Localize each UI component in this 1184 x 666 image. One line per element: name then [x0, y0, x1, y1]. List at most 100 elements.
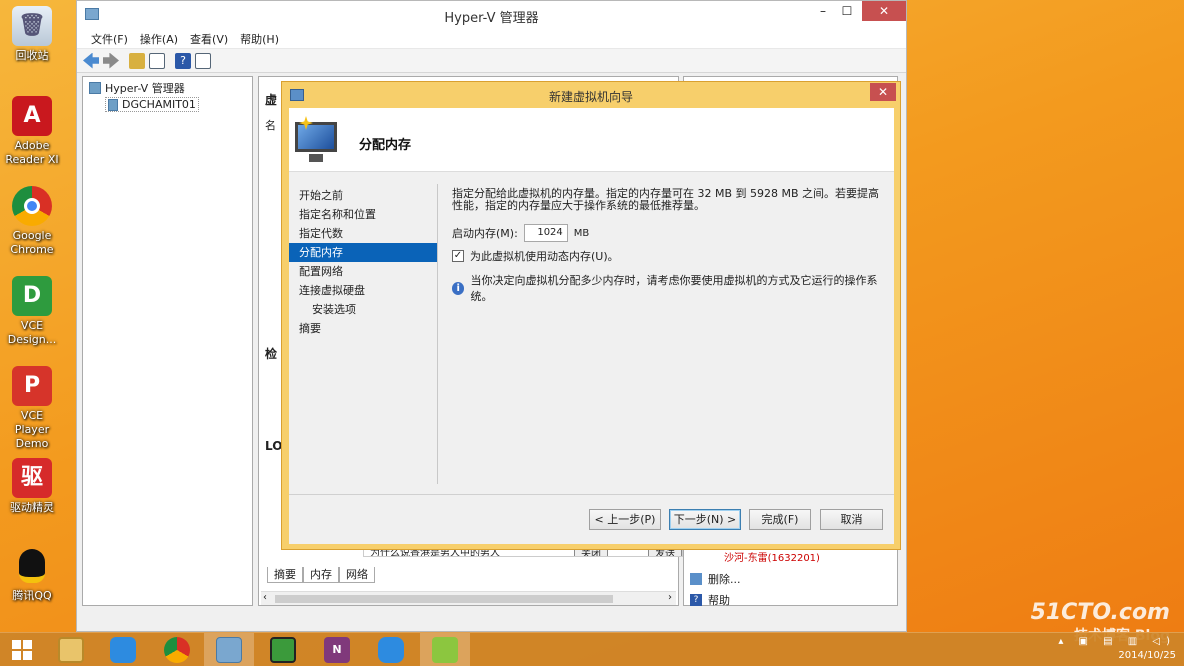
folder-icon	[58, 637, 84, 663]
taskbar-hyperv-manager[interactable]	[204, 633, 254, 666]
wizard-page-heading: 分配内存	[359, 138, 412, 153]
next-button[interactable]: 下一步(N) >	[669, 509, 741, 530]
delete-icon	[690, 573, 702, 585]
action-help[interactable]: ? 帮助	[690, 592, 730, 608]
wizard-header: 分配内存	[289, 108, 894, 172]
step-name-and-location[interactable]: 指定名称和位置	[289, 205, 437, 224]
maximize-button[interactable]: ☐	[832, 1, 862, 21]
tree-root-label: Hyper-V 管理器	[105, 82, 185, 95]
step-installation-options[interactable]: 安装选项	[289, 300, 437, 319]
desktop-icon-label: 腾讯QQ	[12, 589, 52, 602]
wizard-close-button[interactable]: ✕	[870, 83, 896, 101]
desktop-icon-google-chrome[interactable]: Google Chrome	[4, 186, 60, 257]
menu-file[interactable]: 文件(F)	[85, 27, 134, 48]
dynamic-memory-row: ✓ 为此虚拟机使用动态内存(U)。	[452, 248, 882, 264]
action-delete[interactable]: 删除...	[690, 571, 741, 587]
system-tray: ▴ ▣ ▤ ▥ ◁) 2014/10/25	[1058, 635, 1176, 663]
show-hide-console-tree-icon[interactable]	[149, 52, 165, 69]
taskbar-vm-connection[interactable]	[258, 633, 308, 666]
horizontal-scrollbar[interactable]: ‹ ›	[261, 591, 676, 605]
wizard-title: 新建虚拟机向导	[548, 90, 633, 104]
tree-node-server[interactable]: DGCHAMIT01	[105, 97, 199, 112]
desktop-icon-qq[interactable]: 腾讯QQ	[4, 546, 60, 603]
toolbar: ?	[77, 49, 906, 73]
hyperv-manager-icon	[216, 637, 242, 663]
tray-icons[interactable]: ▴ ▣ ▤ ▥ ◁)	[1058, 635, 1176, 649]
startup-memory-input[interactable]: 1024	[523, 224, 568, 242]
menu-action[interactable]: 操作(A)	[134, 27, 184, 48]
desktop-icon-adobe-reader[interactable]: A Adobe Reader XI	[4, 96, 60, 167]
vm-list-column-name[interactable]: 名	[265, 117, 276, 133]
taskbar-onenote[interactable]: N	[312, 633, 362, 666]
dynamic-memory-checkbox[interactable]: ✓	[452, 250, 464, 262]
help-icon[interactable]: ?	[175, 52, 191, 69]
wizard-content: 指定分配给此虚拟机的内存量。指定的内存量可在 32 MB 到 5928 MB 之…	[452, 188, 882, 304]
startup-memory-label: 启动内存(M):	[452, 227, 518, 240]
adobe-reader-icon: A	[12, 96, 52, 136]
app-icon	[378, 637, 404, 663]
desktop-icon-vce-player[interactable]: P VCE Player Demo	[4, 366, 60, 451]
chrome-icon	[164, 637, 190, 663]
taskbar-file-explorer[interactable]	[46, 633, 96, 666]
watermark-line1: 51CTO.com	[1030, 600, 1170, 625]
windows-logo-icon	[12, 640, 32, 660]
taskbar-chrome[interactable]	[152, 633, 202, 666]
tree-root-hyperv-manager[interactable]: Hyper-V 管理器	[89, 80, 185, 96]
driver-genius-icon: 驱	[12, 458, 52, 498]
wizard-body: 分配内存 开始之前 指定名称和位置 指定代数 分配内存 配置网络 连接虚拟硬盘 …	[289, 108, 894, 544]
close-button[interactable]: ✕	[862, 1, 906, 21]
step-configure-networking[interactable]: 配置网络	[289, 262, 437, 281]
taskbar: N ▴ ▣ ▤ ▥ ◁) 2014/10/25	[0, 632, 1184, 666]
hyperv-manager-icon	[89, 82, 101, 94]
scroll-thumb[interactable]	[275, 595, 613, 603]
dynamic-memory-label[interactable]: 为此虚拟机使用动态内存(U)。	[470, 248, 619, 264]
finish-button[interactable]: 完成(F)	[749, 509, 811, 530]
user-badge: 沙河-东雷(1632201)	[724, 553, 820, 564]
menu-help[interactable]: 帮助(H)	[234, 27, 285, 48]
step-generation[interactable]: 指定代数	[289, 224, 437, 243]
baidu-cloud-icon	[110, 637, 136, 663]
tab-network[interactable]: 网络	[339, 567, 375, 583]
scroll-right-arrow-icon[interactable]: ›	[668, 592, 672, 603]
desktop-icon-label: VCE Design...	[7, 319, 57, 346]
menu-view[interactable]: 查看(V)	[184, 27, 234, 48]
steps-divider	[437, 184, 438, 484]
previous-button[interactable]: < 上一步(P)	[589, 509, 661, 530]
wizard-steps: 开始之前 指定名称和位置 指定代数 分配内存 配置网络 连接虚拟硬盘 安装选项 …	[289, 186, 437, 338]
wizard-titlebar[interactable]: 新建虚拟机向导 ✕	[282, 82, 900, 108]
tab-memory[interactable]: 内存	[303, 567, 339, 583]
step-summary[interactable]: 摘要	[289, 319, 437, 338]
forward-arrow-icon[interactable]	[103, 52, 119, 69]
desktop-icon-label: VCE Player Demo	[14, 409, 50, 450]
step-assign-memory[interactable]: 分配内存	[289, 243, 437, 262]
taskbar-app-blue[interactable]	[366, 633, 416, 666]
step-before-you-begin[interactable]: 开始之前	[289, 186, 437, 205]
back-arrow-icon[interactable]	[83, 52, 99, 69]
action-pane-icon[interactable]	[195, 52, 211, 69]
vm-monitor-icon	[270, 637, 296, 663]
checkpoints-header: 检	[265, 347, 278, 361]
startup-memory-row: 启动内存(M): 1024 MB	[452, 224, 882, 242]
desktop-icon-driver-genius[interactable]: 驱 驱动精灵	[4, 458, 60, 515]
step-connect-virtual-hard-disk[interactable]: 连接虚拟硬盘	[289, 281, 437, 300]
action-delete-label: 删除...	[708, 573, 741, 586]
desktop-icon-vce-designer[interactable]: D VCE Design...	[4, 276, 60, 347]
taskbar-app-green[interactable]	[420, 633, 470, 666]
scroll-left-arrow-icon[interactable]: ‹	[263, 592, 267, 603]
window-titlebar[interactable]: Hyper-V 管理器 – ☐ ✕	[77, 1, 906, 27]
app-icon	[432, 637, 458, 663]
desktop-icon-label: 回收站	[15, 49, 49, 62]
taskbar-baidu-cloud[interactable]	[98, 633, 148, 666]
start-button[interactable]	[0, 633, 44, 666]
clock-date[interactable]: 2014/10/25	[1058, 649, 1176, 663]
detail-tabs: 摘要 内存 网络	[267, 567, 375, 583]
tab-summary[interactable]: 摘要	[267, 567, 303, 583]
cancel-button[interactable]: 取消	[820, 509, 883, 530]
desktop-icon-label: Adobe Reader XI	[5, 139, 59, 166]
memory-info-text: 当你决定向虚拟机分配多少内存时，请考虑你要使用虚拟机的方式及它运行的操作系统。	[470, 274, 878, 303]
desktop-icon-recycle-bin[interactable]: 🗑 回收站	[4, 6, 60, 63]
menu-bar: 文件(F) 操作(A) 查看(V) 帮助(H)	[77, 27, 906, 49]
help-icon: ?	[690, 594, 702, 606]
chrome-icon	[12, 186, 52, 226]
up-folder-icon[interactable]	[129, 52, 145, 69]
